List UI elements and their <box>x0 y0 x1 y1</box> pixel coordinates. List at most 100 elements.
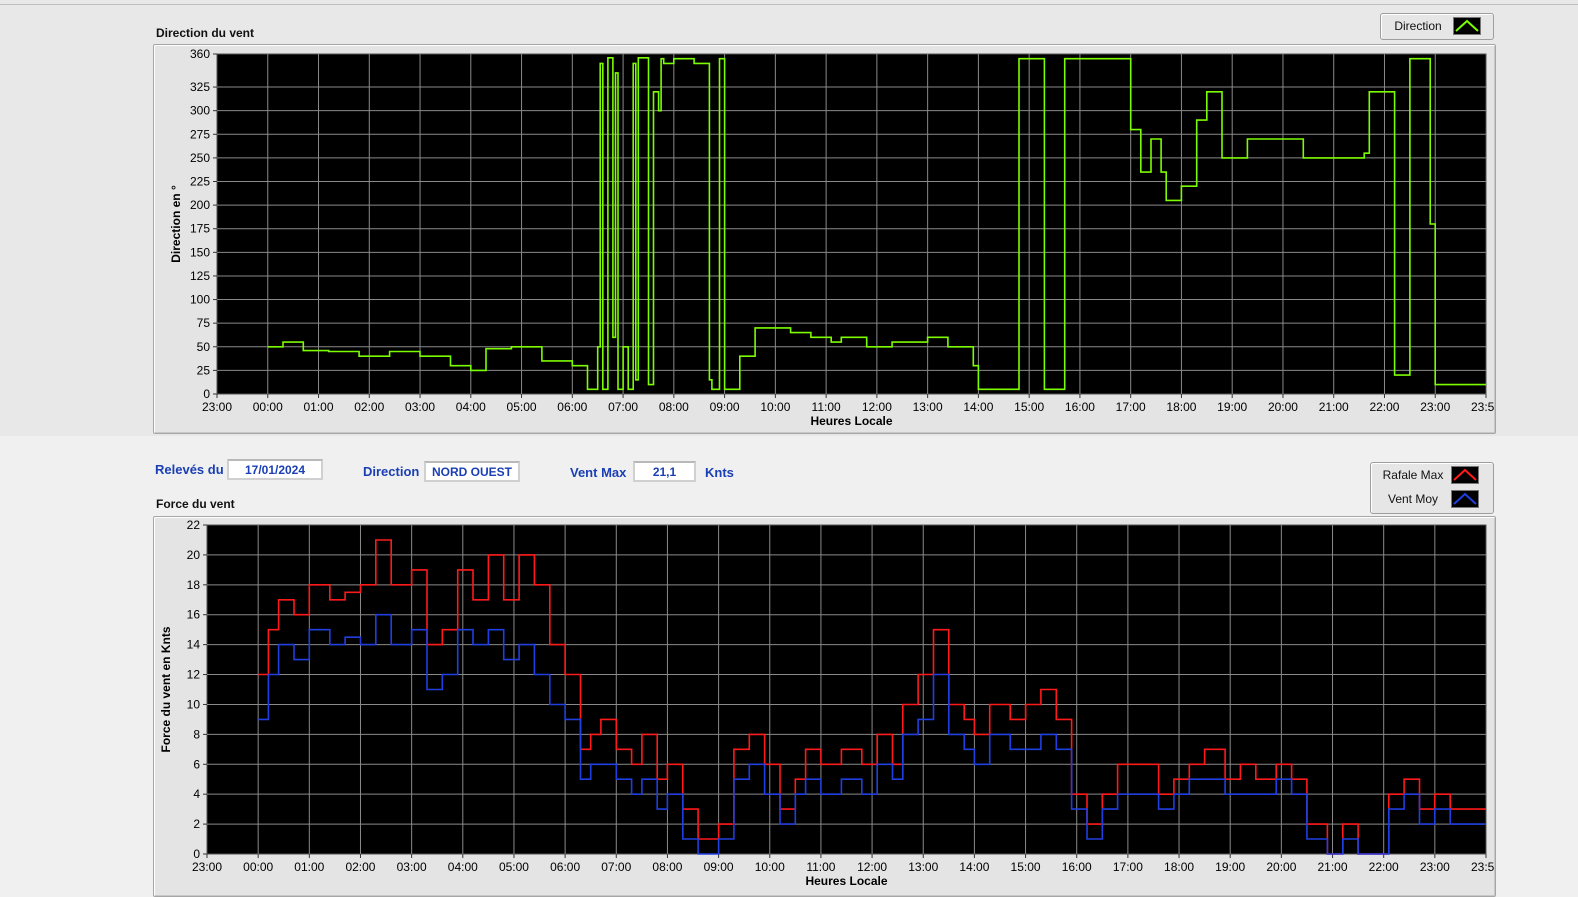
x-tick-label-1-19: 18:00 <box>1164 860 1194 874</box>
y-tick-label-1-6: 12 <box>187 668 201 682</box>
x-tick-label-0-9: 08:00 <box>659 400 689 414</box>
x-tick-label-0-7: 06:00 <box>557 400 587 414</box>
ventmax-label: Vent Max <box>570 465 627 480</box>
y-tick-label-1-7: 14 <box>187 638 201 652</box>
y-tick-label-1-11: 22 <box>187 518 201 532</box>
y-tick-label-1-10: 20 <box>187 548 201 562</box>
x-tick-label-0-21: 20:00 <box>1268 400 1298 414</box>
y-axis-label-0: Direction en ° <box>169 185 183 263</box>
x-tick-label-1-7: 06:00 <box>550 860 580 874</box>
y-tick-label-1-8: 16 <box>187 608 201 622</box>
x-tick-label-0-10: 09:00 <box>710 400 740 414</box>
x-tick-label-0-1: 00:00 <box>253 400 283 414</box>
x-tick-label-0-20: 19:00 <box>1217 400 1247 414</box>
y-tick-label-1-3: 6 <box>193 757 200 771</box>
x-tick-label-1-24: 23:00 <box>1420 860 1450 874</box>
legend-item-direction: Direction <box>1383 15 1481 37</box>
y-tick-label-0-6: 150 <box>190 245 210 259</box>
y-tick-label-1-2: 4 <box>193 787 200 801</box>
y-tick-label-1-9: 18 <box>187 578 201 592</box>
x-tick-label-0-19: 18:00 <box>1166 400 1196 414</box>
direction-legend: Direction <box>1380 13 1494 40</box>
x-tick-label-1-4: 03:00 <box>397 860 427 874</box>
y-tick-label-0-11: 275 <box>190 127 210 141</box>
y-tick-label-1-1: 2 <box>193 817 200 831</box>
y-tick-label-0-12: 300 <box>190 104 210 118</box>
x-tick-label-1-12: 11:00 <box>806 860 835 874</box>
x-tick-label-0-6: 05:00 <box>507 400 537 414</box>
x-tick-label-1-14: 13:00 <box>908 860 938 874</box>
x-tick-label-1-10: 09:00 <box>704 860 734 874</box>
x-axis-label-1: Heures Locale <box>805 874 887 888</box>
x-tick-label-1-15: 14:00 <box>959 860 989 874</box>
x-tick-label-1-0: 23:00 <box>192 860 222 874</box>
y-tick-label-0-4: 100 <box>190 293 210 307</box>
releves-date-field[interactable]: 17/01/2024 <box>227 459 323 480</box>
y-tick-label-1-5: 10 <box>187 697 201 711</box>
x-tick-label-0-18: 17:00 <box>1116 400 1146 414</box>
x-tick-label-0-5: 04:00 <box>456 400 486 414</box>
x-tick-label-1-13: 12:00 <box>857 860 887 874</box>
legend-swatch-ventmoy <box>1451 490 1479 508</box>
x-tick-label-0-11: 10:00 <box>760 400 790 414</box>
y-tick-label-0-8: 200 <box>190 198 210 212</box>
y-tick-label-0-9: 225 <box>190 175 210 189</box>
direction-panel-title: Direction du vent <box>156 26 255 40</box>
y-tick-label-0-2: 50 <box>197 340 211 354</box>
x-tick-label-0-8: 07:00 <box>608 400 638 414</box>
y-tick-label-0-0: 0 <box>203 387 210 401</box>
x-tick-label-1-25: 23:59 <box>1471 860 1495 874</box>
x-tick-label-0-24: 23:00 <box>1420 400 1450 414</box>
legend-label-rafale: Rafale Max <box>1382 468 1444 482</box>
y-tick-label-1-4: 8 <box>193 727 200 741</box>
legend-item-rafale: Rafale Max <box>1375 464 1479 486</box>
x-tick-label-0-16: 15:00 <box>1014 400 1044 414</box>
x-tick-label-1-8: 07:00 <box>601 860 631 874</box>
x-tick-label-0-17: 16:00 <box>1065 400 1095 414</box>
legend-line-ventmoy-icon <box>1453 492 1477 505</box>
legend-line-rafale-icon <box>1453 468 1477 481</box>
force-chart-frame: 23:00 00:00 01:00 02:00 03:00 04:00 05:00 06:00… <box>153 516 1496 897</box>
x-tick-label-0-4: 03:00 <box>405 400 435 414</box>
force-chart: 23:00 00:00 01:00 02:00 03:00 04:00 05:00 06:00… <box>159 518 1495 888</box>
x-tick-label-1-16: 15:00 <box>1011 860 1041 874</box>
y-tick-label-0-13: 325 <box>190 80 210 94</box>
x-tick-label-0-3: 02:00 <box>354 400 384 414</box>
x-tick-label-1-5: 04:00 <box>448 860 478 874</box>
y-axis-label-1: Force du vent en Knts <box>159 626 173 752</box>
direction-chart-frame: 23:00 00:00 01:00 02:00 03:00 04:00 05:00 06:00… <box>153 44 1496 434</box>
direction-chart: 23:00 00:00 01:00 02:00 03:00 04:00 05:00 06:00… <box>169 47 1495 428</box>
x-tick-label-1-1: 00:00 <box>243 860 273 874</box>
y-tick-label-0-7: 175 <box>190 222 210 236</box>
y-tick-label-0-14: 360 <box>190 47 210 61</box>
legend-label-direction: Direction <box>1394 19 1442 33</box>
x-tick-label-0-12: 11:00 <box>812 400 841 414</box>
x-tick-label-1-22: 21:00 <box>1318 860 1348 874</box>
y-tick-label-0-3: 75 <box>197 316 211 330</box>
x-tick-label-1-11: 10:00 <box>755 860 785 874</box>
direction-value-field[interactable]: NORD OUEST <box>424 461 520 482</box>
x-tick-label-0-13: 12:00 <box>862 400 892 414</box>
ventmax-value-field[interactable]: 21,1 <box>633 461 696 482</box>
releves-label: Relevés du <box>155 462 224 477</box>
x-tick-label-1-23: 22:00 <box>1369 860 1399 874</box>
x-tick-label-1-17: 16:00 <box>1062 860 1092 874</box>
force-legend: Rafale Max Vent Moy <box>1370 462 1494 514</box>
legend-item-ventmoy: Vent Moy <box>1375 488 1479 510</box>
y-tick-label-1-0: 0 <box>193 847 200 861</box>
plot-area-0 <box>216 53 1487 395</box>
x-tick-label-0-22: 21:00 <box>1319 400 1349 414</box>
x-tick-label-0-23: 22:00 <box>1369 400 1399 414</box>
x-tick-label-1-18: 17:00 <box>1113 860 1143 874</box>
x-tick-label-1-9: 08:00 <box>652 860 682 874</box>
y-tick-label-0-5: 125 <box>190 269 210 283</box>
x-tick-label-1-6: 05:00 <box>499 860 529 874</box>
legend-line-direction-icon <box>1455 19 1479 32</box>
x-tick-label-1-20: 19:00 <box>1215 860 1245 874</box>
legend-swatch-direction <box>1453 17 1481 35</box>
x-tick-label-0-14: 13:00 <box>913 400 943 414</box>
plot-area-1 <box>206 524 1487 855</box>
x-tick-label-1-2: 01:00 <box>294 860 324 874</box>
ventmax-unit: Knts <box>705 465 734 480</box>
y-tick-label-0-10: 250 <box>190 151 210 165</box>
